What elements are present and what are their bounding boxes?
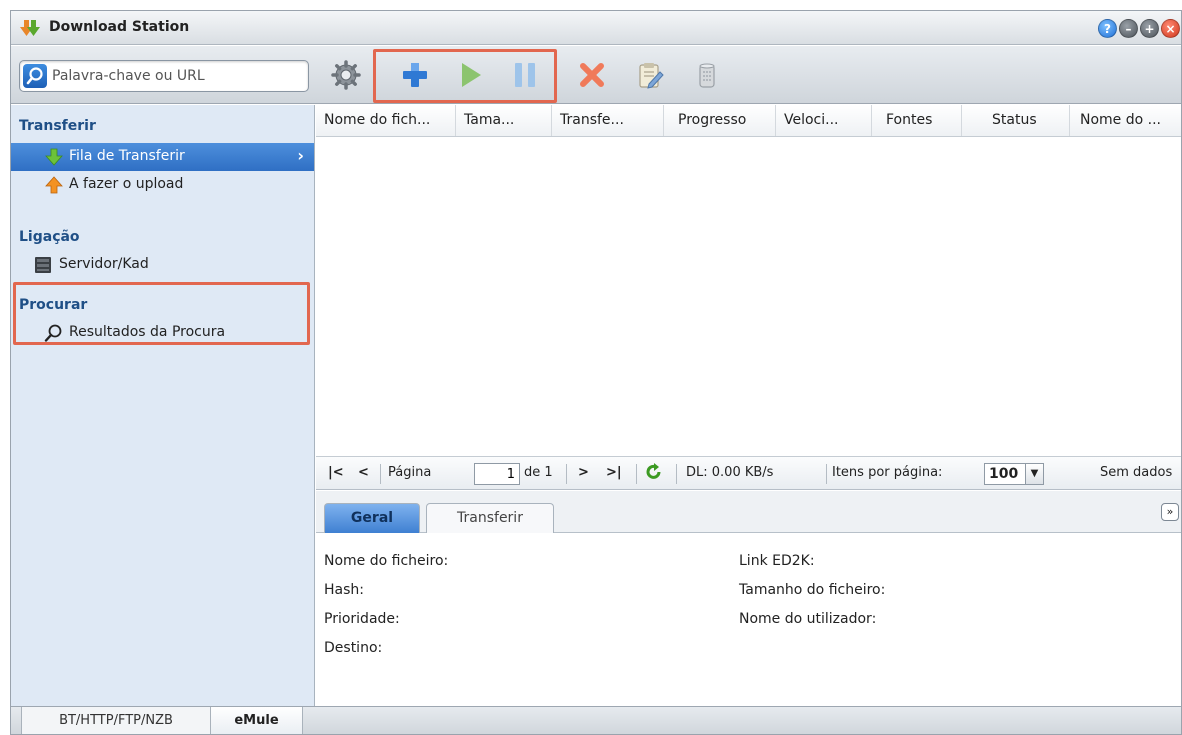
divider: [676, 464, 677, 484]
clear-icon[interactable]: [688, 58, 726, 92]
sidebar-item-servidor-kad[interactable]: Servidor/Kad: [11, 251, 314, 279]
items-per-page-label: Itens por página:: [832, 465, 943, 480]
sidebar-item-label: A fazer o upload: [69, 176, 184, 192]
field-prioridade: Prioridade:: [324, 611, 400, 627]
field-destino: Destino:: [324, 640, 383, 656]
grid-header: Nome do fich... Tama... Transfe... Progr…: [316, 105, 1181, 137]
divider: [380, 464, 381, 484]
column-header-velocidade[interactable]: Veloci...: [776, 105, 872, 136]
edit-icon[interactable]: [631, 58, 669, 92]
column-header-progresso[interactable]: Progresso: [664, 105, 776, 136]
field-nome-do-ficheiro: Nome do ficheiro:: [324, 553, 449, 569]
tab-bt-http-ftp-nzb[interactable]: BT/HTTP/FTP/NZB: [21, 707, 211, 734]
divider: [566, 464, 567, 484]
first-page-icon[interactable]: |<: [328, 465, 344, 480]
field-tamanho-do-ficheiro: Tamanho do ficheiro:: [739, 582, 886, 598]
search-icon: [44, 324, 62, 342]
sidebar-item-label: Resultados da Procura: [69, 324, 226, 340]
section-header-transferir: Transferir: [19, 118, 96, 134]
search-input[interactable]: [52, 64, 302, 88]
chevron-right-icon: ›: [297, 146, 304, 165]
download-arrow-icon: [45, 148, 63, 166]
pagination-bar: |< < Página de 1 > >| DL: 0.00 KB/s Iten…: [316, 456, 1181, 490]
next-page-icon[interactable]: >: [578, 465, 589, 480]
maximize-icon[interactable]: +: [1140, 19, 1159, 38]
settings-icon[interactable]: [327, 58, 365, 92]
section-header-procurar: Procurar: [19, 297, 88, 313]
pause-icon[interactable]: [506, 58, 544, 92]
section-header-ligacao: Ligação: [19, 229, 80, 245]
app-title: Download Station: [49, 19, 190, 35]
sidebar-item-label: Servidor/Kad: [59, 256, 149, 272]
column-header-transferido[interactable]: Transfe...: [552, 105, 664, 136]
column-header-fontes[interactable]: Fontes: [872, 105, 962, 136]
no-data-status: Sem dados: [1100, 465, 1173, 480]
sidebar-item-label: Fila de Transferir: [69, 148, 185, 164]
details-panel: Geral Transferir » Nome do ficheiro: Has…: [316, 491, 1181, 706]
page-number-input[interactable]: [474, 463, 520, 485]
play-icon[interactable]: [451, 58, 489, 92]
search-box: [19, 60, 309, 92]
add-icon[interactable]: [396, 58, 434, 92]
sidebar-item-resultados-da-procura[interactable]: Resultados da Procura: [11, 319, 314, 347]
search-icon[interactable]: [23, 64, 47, 88]
items-per-page-select[interactable]: 100 ▼: [984, 463, 1044, 485]
download-station-logo-icon: [20, 20, 40, 36]
close-icon[interactable]: ×: [1161, 19, 1180, 38]
items-per-page-value: 100: [989, 466, 1019, 482]
details-tab-bar: Geral Transferir »: [316, 491, 1181, 533]
title-bar: Download Station ? – + ×: [11, 11, 1181, 45]
tab-emule[interactable]: eMule: [211, 707, 303, 734]
download-speed: DL: 0.00 KB/s: [686, 465, 774, 480]
divider: [636, 464, 637, 484]
tab-transferir[interactable]: Transferir: [426, 503, 554, 533]
minimize-icon[interactable]: –: [1119, 19, 1138, 38]
server-icon: [35, 257, 51, 273]
last-page-icon[interactable]: >|: [606, 465, 622, 480]
toolbar: [11, 46, 1181, 104]
column-header-tamanho[interactable]: Tama...: [456, 105, 552, 136]
help-icon[interactable]: ?: [1098, 19, 1117, 38]
column-header-status[interactable]: Status: [962, 105, 1070, 136]
sidebar-item-fila-de-transferir[interactable]: Fila de Transferir ›: [11, 143, 314, 171]
sidebar: Transferir Fila de Transferir › A fazer …: [11, 105, 315, 706]
sidebar-item-a-fazer-o-upload[interactable]: A fazer o upload: [11, 171, 314, 199]
column-header-nome-do-utilizador[interactable]: Nome do ...: [1070, 105, 1181, 136]
protocol-tab-bar: BT/HTTP/FTP/NZB eMule: [11, 706, 1181, 734]
field-hash: Hash:: [324, 582, 364, 598]
delete-icon[interactable]: [573, 58, 611, 92]
previous-page-icon[interactable]: <: [358, 465, 369, 480]
column-header-nome-do-ficheiro[interactable]: Nome do fich...: [316, 105, 456, 136]
page-count: de 1: [524, 465, 553, 480]
download-list[interactable]: [316, 138, 1181, 456]
upload-arrow-icon: [45, 176, 63, 194]
tab-geral[interactable]: Geral: [324, 503, 420, 533]
divider: [826, 464, 827, 484]
page-label: Página: [388, 465, 432, 480]
collapse-icon[interactable]: »: [1161, 503, 1179, 521]
field-link-ed2k: Link ED2K:: [739, 553, 815, 569]
chevron-down-icon: ▼: [1025, 464, 1043, 484]
field-nome-do-utilizador: Nome do utilizador:: [739, 611, 877, 627]
refresh-icon[interactable]: [646, 463, 662, 485]
download-station-window: Download Station ? – + × Palavra-chave o…: [10, 10, 1182, 735]
